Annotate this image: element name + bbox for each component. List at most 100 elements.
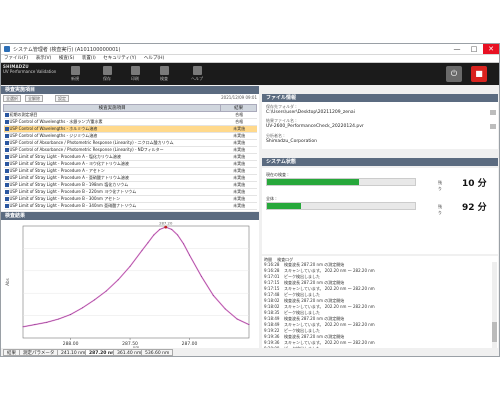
menu-security[interactable]: セキュリティ(Y) bbox=[103, 55, 136, 63]
row-checkbox[interactable] bbox=[4, 155, 9, 159]
result-panel-header: 検査結果 bbox=[1, 212, 259, 220]
maximize-button[interactable]: □ bbox=[466, 44, 482, 54]
meas-result-cell: 未実施 bbox=[220, 167, 257, 175]
meas-result-cell: 未実施 bbox=[220, 181, 257, 189]
close-button[interactable]: ✕ bbox=[483, 44, 499, 54]
power-button[interactable]: ⏻ bbox=[446, 66, 462, 82]
row-checkbox[interactable] bbox=[4, 134, 9, 138]
log-message: スキャンしています。 202.20 nm ～ 282.20 nm bbox=[284, 340, 375, 345]
log-message: ピーク検出しました bbox=[284, 346, 320, 348]
row-checkbox[interactable] bbox=[4, 176, 9, 180]
result-file-browse[interactable] bbox=[490, 124, 496, 129]
toolbar-print-button[interactable]: 印刷 bbox=[125, 65, 145, 83]
x-axis-label: nm bbox=[133, 345, 140, 348]
spectrum-point bbox=[105, 290, 107, 292]
meas-row[interactable]: USP Limit of Stray Light - Procedure B -… bbox=[3, 195, 257, 203]
stop-button[interactable]: ■ bbox=[471, 66, 487, 82]
toolbar-help-button[interactable]: ヘルプ bbox=[187, 65, 207, 83]
log-scroll-thumb[interactable] bbox=[492, 322, 497, 342]
menu-file[interactable]: ファイル(F) bbox=[4, 55, 28, 63]
log-message: 検査波長 287.20 nm の測定開始 bbox=[284, 334, 345, 339]
log-message: スキャンしています。 202.20 nm ～ 282.20 nm bbox=[284, 304, 375, 309]
result-tab[interactable]: 結果 bbox=[3, 349, 20, 356]
meas-result-cell: 未実施 bbox=[220, 195, 257, 203]
row-checkbox[interactable] bbox=[4, 120, 9, 124]
save-folder-browse[interactable] bbox=[490, 110, 496, 115]
meas-row[interactable]: 初期の測定項目 合格 bbox=[3, 111, 257, 119]
row-checkbox[interactable] bbox=[4, 183, 9, 187]
meas-row[interactable]: USP Control of Wavelengths - ホルミウム溶液 未実施 bbox=[3, 125, 257, 133]
menu-view[interactable]: 表示(V) bbox=[36, 55, 52, 63]
result-file-value: UV-2600_PerformanceCheck_20220124.pvr bbox=[266, 124, 364, 129]
log-message: 検査波長 287.20 nm の測定開始 bbox=[284, 298, 345, 303]
log-scrollbar[interactable] bbox=[492, 262, 497, 348]
file-panel: 保存先フォルダ : C:\Users\user\Desktop\20211209… bbox=[262, 102, 498, 149]
menu-inspection[interactable]: 検査(S) bbox=[59, 55, 74, 63]
meas-item-cell: USP Limit of Stray Light - Procedure B -… bbox=[3, 188, 221, 196]
menu-instrument[interactable]: 装置(I) bbox=[82, 55, 96, 63]
meas-result-cell: 未実施 bbox=[220, 188, 257, 196]
meas-row[interactable]: USP Limit of Stray Light - Procedure B -… bbox=[3, 202, 257, 210]
meas-row[interactable]: USP Control of Absorbance / Photometric … bbox=[3, 139, 257, 147]
meas-row[interactable]: USP Limit of Stray Light - Procedure A -… bbox=[3, 167, 257, 175]
print-icon bbox=[130, 66, 140, 75]
row-checkbox[interactable] bbox=[4, 169, 9, 173]
meas-item-cell: 初期の測定項目 bbox=[3, 111, 221, 119]
row-checkbox[interactable] bbox=[4, 141, 9, 145]
meas-item-text: USP Control of Wavelengths - ジジミウム溶液 bbox=[9, 133, 98, 138]
row-checkbox[interactable] bbox=[4, 162, 9, 166]
result-tab[interactable]: 測定パラメータ bbox=[19, 349, 59, 356]
row-checkbox[interactable] bbox=[4, 190, 9, 194]
meas-item-cell: USP Limit of Stray Light - Procedure B -… bbox=[3, 181, 221, 189]
meas-row[interactable]: USP Limit of Stray Light - Procedure B -… bbox=[3, 181, 257, 189]
current-progress-bar bbox=[266, 178, 416, 186]
meas-result-cell: 合格 bbox=[220, 111, 257, 119]
minimize-button[interactable]: — bbox=[449, 44, 465, 54]
row-checkbox[interactable] bbox=[4, 148, 9, 152]
save-folder-value: C:\Users\user\Desktop\20211209_zenai bbox=[266, 110, 355, 115]
meas-table: 検査実施項目 結果 初期の測定項目 合格 USP Control of Wavele… bbox=[2, 104, 257, 210]
result-tab[interactable]: 536.60 nm bbox=[141, 349, 174, 356]
row-checkbox[interactable] bbox=[4, 127, 9, 131]
clear-all-button[interactable]: 全解除 bbox=[25, 95, 43, 102]
spectrum-point bbox=[236, 318, 238, 320]
peak-marker bbox=[164, 225, 168, 229]
spectrum-point bbox=[147, 242, 149, 244]
meas-row[interactable]: USP Limit of Stray Light - Procedure A -… bbox=[3, 153, 257, 161]
date-label: 2021/12/09 09:01 bbox=[221, 95, 257, 100]
meas-row[interactable]: USP Control of Absorbance / Photometric … bbox=[3, 146, 257, 154]
current-progress-label: 現在の検査 : bbox=[266, 172, 289, 177]
toolbar-new-button[interactable]: 新規 bbox=[65, 65, 85, 83]
meas-row[interactable]: USP Limit of Stray Light - Procedure A -… bbox=[3, 174, 257, 182]
col-header-item: 検査実施項目 bbox=[2, 104, 222, 112]
help-icon bbox=[192, 66, 202, 75]
spectrum-point bbox=[224, 308, 226, 310]
meas-row[interactable]: USP Limit of Stray Light - Procedure A -… bbox=[3, 160, 257, 168]
meas-item-text: 初期の測定項目 bbox=[9, 112, 38, 117]
menu-help[interactable]: ヘルプ(H) bbox=[144, 55, 164, 63]
toolbar-inspect-button[interactable]: 検査 bbox=[154, 65, 174, 83]
toolbar-save-button[interactable]: 保存 bbox=[97, 65, 117, 83]
meas-row[interactable]: USP Control of Wavelengths - 水銀ランプ/重水素 合格 bbox=[3, 118, 257, 126]
total-progress-label: 全体 : bbox=[266, 196, 277, 201]
brand-logo: SHIMADZU UV Performance Validation bbox=[3, 64, 56, 74]
meas-item-text: USP Limit of Stray Light - Procedure B -… bbox=[9, 189, 137, 194]
meas-panel-header: 検査実施項目 bbox=[1, 86, 259, 94]
row-checkbox[interactable] bbox=[4, 204, 9, 208]
spectrum-point bbox=[117, 279, 119, 281]
log-panel: 時間 検査ログ 9:16:28 検査波長 287.20 nm の測定開始 9:16:… bbox=[262, 256, 498, 348]
meas-item-text: USP Limit of Stray Light - Procedure A -… bbox=[9, 161, 129, 166]
row-checkbox[interactable] bbox=[4, 113, 9, 117]
meas-row[interactable]: USP Control of Wavelengths - ジジミウム溶液 未実施 bbox=[3, 132, 257, 140]
meas-result-cell: 未実施 bbox=[220, 132, 257, 140]
select-all-button[interactable]: 全選択 bbox=[3, 95, 21, 102]
spectrum-chart: 288.00 287.50 287.00nmAbs287.20 bbox=[5, 221, 250, 348]
row-checkbox[interactable] bbox=[4, 197, 9, 201]
current-progress-fill bbox=[267, 179, 359, 185]
total-remaining-label: 残り bbox=[438, 204, 442, 215]
spectrum-point bbox=[141, 250, 143, 252]
meas-row[interactable]: USP Limit of Stray Light - Procedure B -… bbox=[3, 188, 257, 196]
inspect-icon bbox=[159, 66, 169, 75]
settings-button[interactable]: 設定 bbox=[55, 95, 69, 102]
meas-item-cell: USP Control of Wavelengths - ジジミウム溶液 bbox=[3, 132, 221, 140]
